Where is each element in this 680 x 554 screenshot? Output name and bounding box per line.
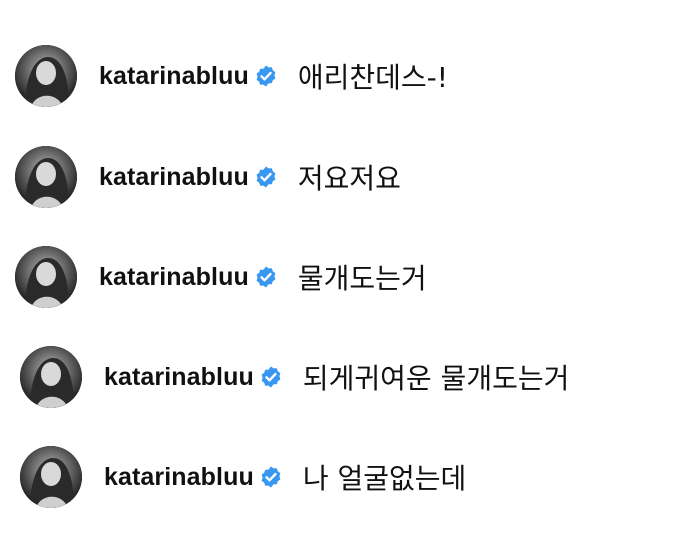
verified-badge-icon (254, 165, 278, 189)
avatar[interactable] (15, 45, 77, 107)
verified-badge-icon (259, 365, 283, 389)
comment-row: katarinabluu 물개도는거 (15, 243, 427, 311)
verified-badge-icon (254, 265, 278, 289)
avatar[interactable] (20, 346, 82, 408)
avatar[interactable] (15, 246, 77, 308)
verified-badge-icon (254, 64, 278, 88)
username[interactable]: katarinabluu (104, 363, 254, 392)
avatar[interactable] (20, 446, 82, 508)
comment-row: katarinabluu 나 얼굴없는데 (20, 443, 466, 511)
username[interactable]: katarinabluu (104, 463, 254, 492)
comment-text: 나 얼굴없는데 (302, 462, 467, 495)
comment-text: 애리찬데스-! (297, 61, 448, 94)
username[interactable]: katarinabluu (99, 263, 249, 292)
avatar[interactable] (15, 146, 77, 208)
verified-badge-icon (259, 465, 283, 489)
username[interactable]: katarinabluu (99, 62, 249, 91)
comment-text: 저요저요 (297, 162, 401, 195)
username[interactable]: katarinabluu (99, 163, 249, 192)
comment-row: katarinabluu 되게귀여운 물개도는거 (20, 343, 569, 411)
comment-text: 되게귀여운 물개도는거 (302, 362, 570, 395)
comment-text: 물개도는거 (297, 262, 427, 295)
comment-row: katarinabluu 저요저요 (15, 143, 401, 211)
comment-row: katarinabluu 애리찬데스-! (15, 42, 448, 110)
